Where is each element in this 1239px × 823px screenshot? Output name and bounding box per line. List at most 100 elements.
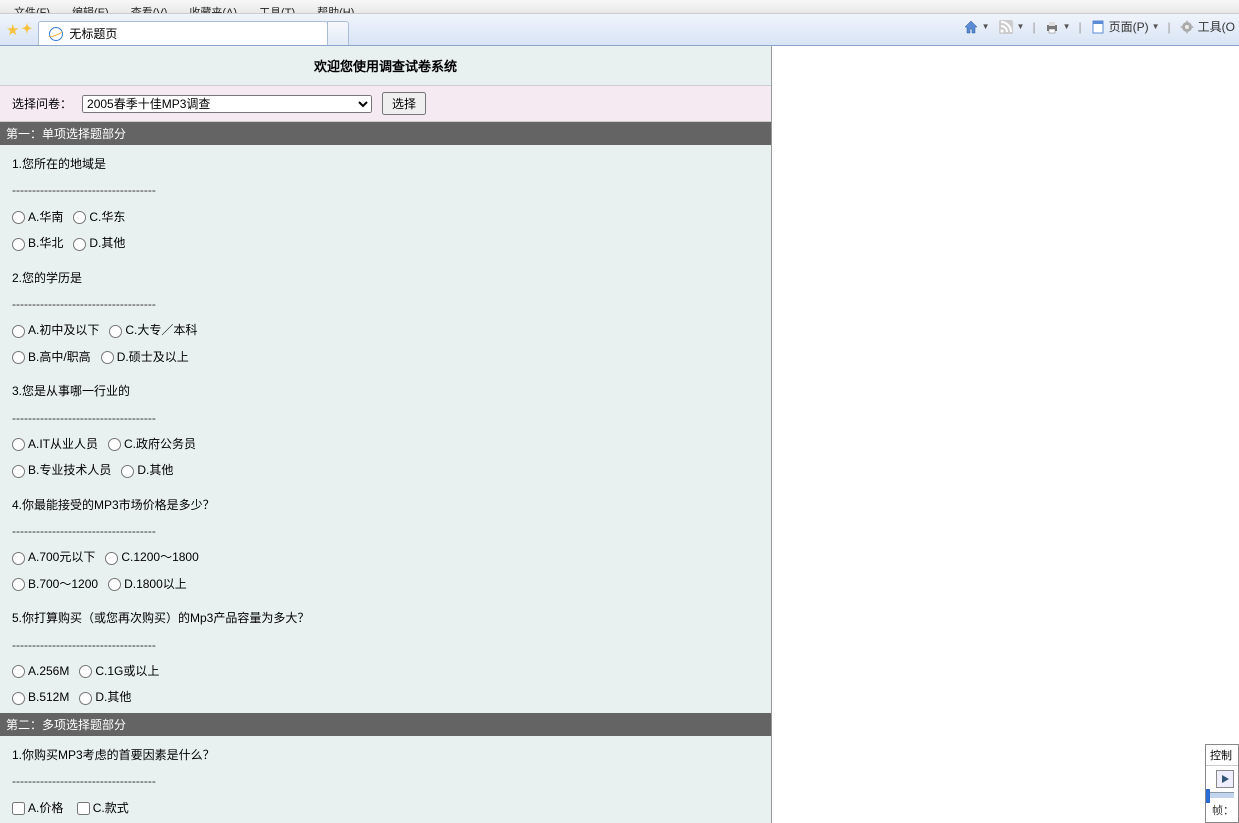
- radio-input[interactable]: [12, 238, 25, 251]
- radio-option[interactable]: D.其他: [121, 457, 173, 483]
- menu-view[interactable]: 查看(V): [125, 0, 174, 14]
- section-1-header: 第一：单项选择题部分: [0, 122, 771, 145]
- radio-input[interactable]: [12, 465, 25, 478]
- radio-input[interactable]: [109, 325, 122, 338]
- divider: ------------------------------------: [12, 768, 759, 794]
- radio-option[interactable]: A.256M: [12, 658, 69, 684]
- question-text: 2.您的学历是: [12, 265, 759, 291]
- radio-input[interactable]: [12, 665, 25, 678]
- browser-tabbar: ★ ✦ 无标题页 ▼ ▼ | ▼ | 页面(P) ▼ | 工具(O: [0, 14, 1239, 46]
- radio-input[interactable]: [12, 552, 25, 565]
- command-bar: ▼ ▼ | ▼ | 页面(P) ▼ | 工具(O: [963, 18, 1235, 35]
- feeds-button[interactable]: ▼: [998, 19, 1025, 35]
- page-menu[interactable]: 页面(P) ▼: [1090, 18, 1160, 35]
- radio-option[interactable]: A.IT从业人员: [12, 431, 98, 457]
- add-favorite-icon[interactable]: ✦: [21, 21, 32, 39]
- select-button[interactable]: 选择: [382, 92, 426, 115]
- new-tab-button[interactable]: [327, 21, 349, 45]
- question-2: 2.您的学历是---------------------------------…: [0, 259, 771, 373]
- radio-input[interactable]: [12, 438, 25, 451]
- page-title: 欢迎您使用调查试卷系统: [0, 46, 771, 85]
- home-button[interactable]: ▼: [963, 19, 990, 35]
- question-text: 1.您所在的地域是: [12, 151, 759, 177]
- debug-title: 控制: [1206, 745, 1238, 766]
- ie-icon: [49, 27, 63, 41]
- radio-input[interactable]: [12, 211, 25, 224]
- play-icon: [1222, 775, 1229, 783]
- question-text: 3.您是从事哪一行业的: [12, 378, 759, 404]
- question-4: 4.你最能接受的MP3市场价格是多少？---------------------…: [0, 486, 771, 600]
- radio-option[interactable]: C.大专／本科: [109, 317, 197, 343]
- radio-option[interactable]: C.政府公务员: [108, 431, 196, 457]
- radio-input[interactable]: [12, 325, 25, 338]
- survey-selector-row: 选择问卷： 2005春季十佳MP3调查 选择: [0, 85, 771, 122]
- survey-page: 欢迎您使用调查试卷系统 选择问卷： 2005春季十佳MP3调查 选择 第一：单项…: [0, 46, 772, 823]
- menu-help[interactable]: 帮助(H): [311, 0, 360, 14]
- radio-option[interactable]: C.华东: [73, 204, 125, 230]
- radio-input[interactable]: [12, 692, 25, 705]
- selector-label: 选择问卷：: [12, 95, 72, 112]
- radio-input[interactable]: [108, 438, 121, 451]
- radio-option[interactable]: D.1800以上: [108, 571, 187, 597]
- browser-tab[interactable]: 无标题页: [38, 21, 328, 45]
- radio-option[interactable]: A.700元以下: [12, 544, 95, 570]
- question-text: 5.你打算购买（或您再次购买）的Mp3产品容量为多大？: [12, 605, 759, 631]
- radio-input[interactable]: [73, 238, 86, 251]
- chevron-down-icon: ▼: [982, 22, 990, 31]
- menu-favorites[interactable]: 收藏夹(A): [183, 0, 243, 14]
- radio-option[interactable]: D.硕士及以上: [101, 344, 189, 370]
- menu-edit[interactable]: 编辑(E): [66, 0, 115, 14]
- chevron-down-icon: ▼: [1063, 22, 1071, 31]
- question-text: 4.你最能接受的MP3市场价格是多少？: [12, 492, 759, 518]
- radio-option[interactable]: D.其他: [73, 230, 125, 256]
- slider[interactable]: [1206, 792, 1234, 798]
- radio-input[interactable]: [108, 578, 121, 591]
- divider: ------------------------------------: [12, 405, 759, 431]
- chevron-down-icon: ▼: [1017, 22, 1025, 31]
- question-5: 5.你打算购买（或您再次购买）的Mp3产品容量为多大？-------------…: [0, 599, 771, 713]
- radio-option[interactable]: B.高中/职高: [12, 344, 91, 370]
- divider: ------------------------------------: [12, 518, 759, 544]
- divider: ------------------------------------: [12, 177, 759, 203]
- tab-title: 无标题页: [69, 25, 117, 42]
- radio-option[interactable]: B.专业技术人员: [12, 457, 111, 483]
- checkbox-option[interactable]: C.款式: [77, 795, 129, 821]
- section-2-header: 第二：多项选择题部分: [0, 713, 771, 736]
- blank-area: 控制 帧：: [772, 46, 1239, 823]
- checkbox-option[interactable]: A.价格: [12, 795, 63, 821]
- radio-input[interactable]: [79, 665, 92, 678]
- radio-option[interactable]: B.700～1200: [12, 571, 98, 597]
- question-text: 1.你购买MP3考虑的首要因素是什么？: [12, 742, 759, 768]
- radio-input[interactable]: [12, 351, 25, 364]
- radio-input[interactable]: [121, 465, 134, 478]
- survey-select[interactable]: 2005春季十佳MP3调查: [82, 95, 372, 113]
- question-1: 1.您所在的地域是-------------------------------…: [0, 145, 771, 259]
- divider: ------------------------------------: [12, 291, 759, 317]
- radio-option[interactable]: B.512M: [12, 684, 69, 710]
- question-3: 3.您是从事哪一行业的-----------------------------…: [0, 372, 771, 486]
- checkbox-input[interactable]: [77, 802, 90, 815]
- menu-tools[interactable]: 工具(T): [253, 0, 301, 14]
- radio-option[interactable]: C.1G或以上: [79, 658, 159, 684]
- menu-file[interactable]: 文件(F): [8, 0, 56, 14]
- radio-option[interactable]: B.华北: [12, 230, 63, 256]
- print-button[interactable]: ▼: [1044, 19, 1071, 35]
- radio-option[interactable]: C.1200～1800: [105, 544, 198, 570]
- radio-input[interactable]: [73, 211, 86, 224]
- radio-input[interactable]: [101, 351, 114, 364]
- debug-panel: 控制 帧：: [1205, 744, 1239, 823]
- favorites-icon[interactable]: ★: [6, 21, 19, 39]
- slider-thumb[interactable]: [1206, 789, 1210, 803]
- radio-input[interactable]: [105, 552, 118, 565]
- radio-input[interactable]: [79, 692, 92, 705]
- tools-menu[interactable]: 工具(O: [1179, 18, 1235, 35]
- play-button[interactable]: [1216, 770, 1234, 788]
- frame-label: 帧：: [1212, 802, 1234, 818]
- radio-option[interactable]: A.初中及以下: [12, 317, 99, 343]
- multi-question-1: 1.你购买MP3考虑的首要因素是什么？ --------------------…: [0, 736, 771, 823]
- radio-input[interactable]: [12, 578, 25, 591]
- browser-menubar[interactable]: 文件(F) 编辑(E) 查看(V) 收藏夹(A) 工具(T) 帮助(H): [0, 0, 1239, 14]
- radio-option[interactable]: D.其他: [79, 684, 131, 710]
- radio-option[interactable]: A.华南: [12, 204, 63, 230]
- checkbox-input[interactable]: [12, 802, 25, 815]
